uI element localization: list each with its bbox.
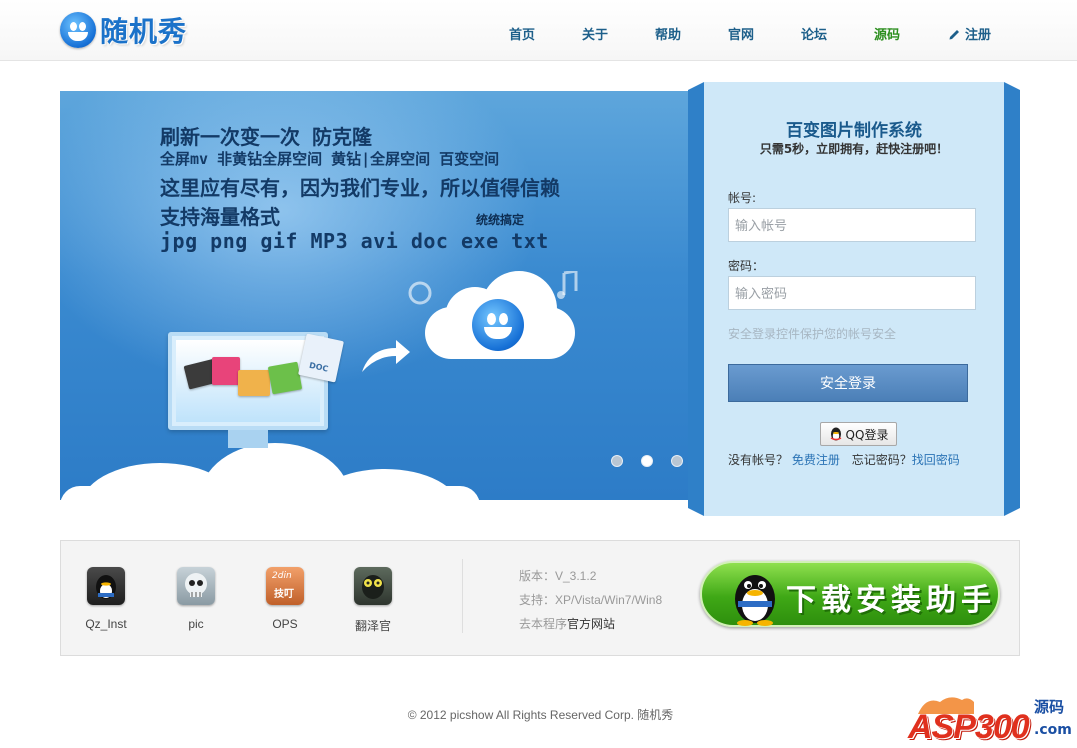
banner-line-3: 这里应有尽有，因为我们专业，所以值得信赖 [160,176,560,200]
app-ops[interactable]: 2din 技叮 OPS [250,567,320,631]
qq-login-label: QQ登录 [845,427,889,442]
nav-help[interactable]: 帮助 [655,24,681,43]
mascot-icon [472,299,524,351]
site-logo[interactable]: 随机秀 [60,8,187,52]
nav-home[interactable]: 首页 [509,24,535,43]
password-label: 密码： [728,259,765,273]
slide-dot-2[interactable] [641,455,653,467]
app-label: 翻泽官 [354,619,391,633]
promo-banner: 刷新一次变一次 防克隆 全屏mv 非黄钻全屏空间 黄钻|全屏空间 百变空间 这里… [60,91,704,500]
login-panel: 百变图片制作系统 只需5秒，立即拥有，赶快注册吧！ 帐号: 密码： 安全登录控件… [688,82,1020,516]
official-site-link[interactable]: 官方网站 [567,617,615,631]
brand-name: 随机秀 [100,15,188,48]
slide-indicators [611,455,683,467]
folder-icon [238,370,270,396]
banner-formats: jpg png gif MP3 avi doc exe txt [160,229,549,253]
free-register-link[interactable]: 免费注册 [792,453,840,467]
support-text: 支持：XP/Vista/Win7/Win8 [519,593,663,607]
security-tip: 安全登录控件保护您的帐号安全 [728,327,897,341]
login-links: 没有帐号？ 免费注册 忘记密码？找回密码 [728,451,960,468]
app-translator[interactable]: 翻泽官 [338,567,408,634]
banner-line-1: 刷新一次变一次 防克隆 [160,125,373,149]
music-file-icon [212,357,240,385]
penguin-icon [87,567,125,605]
app-label: Qz_Inst [85,617,127,631]
translator-icon [354,567,392,605]
nav-register-label: 注册 [965,28,992,43]
banner-line-2: 全屏mv 非黄钻全屏空间 黄钻|全屏空间 百变空间 [160,150,500,168]
password-input[interactable] [728,276,976,310]
music-note-icon [557,271,578,299]
account-input[interactable] [728,208,976,242]
app-qz-inst[interactable]: Qz_Inst [71,567,141,631]
app-strip: Qz_Inst pic 2din 技叮 OPS 翻泽官 版本：V_3.1.2 支… [60,540,1020,656]
official-site-line: 去本程序官方网站 [519,617,616,631]
download-label: 下载安装助手 [786,583,996,618]
secure-login-button[interactable]: 安全登录 [728,364,968,402]
download-assistant-button[interactable]: 下载安装助手 [700,561,1000,627]
no-account-text: 没有帐号？ [728,453,789,467]
qq-penguin-icon [830,427,841,441]
banner-tag: 统统搞定 [476,213,525,227]
nav-register[interactable]: 注册 [948,24,991,43]
watermark-logo: ASP300 源码 .com [906,694,1072,748]
image-file-icon [267,361,303,395]
recover-password-link[interactable]: 找回密码 [912,453,960,467]
app-label: OPS [272,617,298,631]
slide-dot-3[interactable] [671,455,683,467]
nav-forum[interactable]: 论坛 [801,24,827,43]
app-pic[interactable]: pic [161,567,231,631]
account-label: 帐号: [728,191,757,205]
slide-dot-1[interactable] [611,455,623,467]
forgot-password-text: 忘记密码？ [851,453,912,467]
qq-login-button[interactable]: QQ登录 [820,422,897,446]
qq-penguin-icon [735,575,775,626]
film-reel-icon [408,281,432,305]
pencil-icon [949,30,959,40]
site-header: 随机秀 首页 关于 帮助 官网 论坛 源码 注册 [0,0,1077,61]
login-subtitle: 只需5秒，立即拥有，赶快注册吧！ [759,142,949,156]
login-title: 百变图片制作系统 [786,121,922,141]
skull-icon [177,567,215,605]
ops-icon: 2din 技叮 [266,567,304,605]
nav-about[interactable]: 关于 [582,24,608,43]
arrow-icon [362,340,410,372]
nav-source[interactable]: 源码 [874,24,900,43]
app-label: pic [188,617,204,631]
version-text: 版本：V_3.1.2 [519,569,597,583]
banner-line-4: 支持海量格式 [160,205,280,229]
mascot-icon [60,12,96,48]
nav-official-site[interactable]: 官网 [728,24,754,43]
